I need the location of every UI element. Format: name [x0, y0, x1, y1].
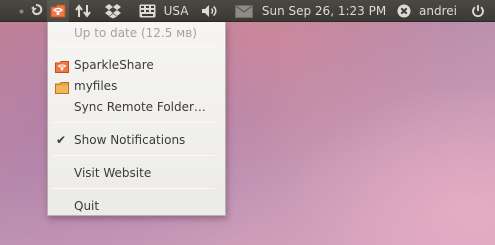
sparkleshare-icon[interactable] [47, 0, 69, 22]
dropbox-icon[interactable] [103, 0, 123, 22]
menu-item-label: Visit Website [74, 166, 152, 180]
top-panel: USA Sun Sep 26, 1:23 PM andrei [0, 0, 495, 22]
account-status-icon[interactable] [395, 0, 413, 22]
sparkleshare-menu: Up to date (12.5 мв) SparkleShare myfile… [47, 22, 226, 216]
network-transfer-icon[interactable] [73, 0, 93, 22]
menu-separator [52, 122, 215, 123]
mail-icon[interactable] [233, 0, 255, 22]
check-icon: ✔ [56, 133, 67, 147]
power-icon[interactable] [468, 0, 488, 22]
menu-item-sync-remote-folder[interactable]: Sync Remote Folder… [48, 97, 225, 117]
menu-item-label: Show Notifications [74, 133, 186, 147]
sync-spiral-icon[interactable] [26, 0, 46, 22]
keyboard-icon[interactable] [137, 0, 157, 22]
menu-item-show-notifications[interactable]: ✔ Show Notifications [48, 130, 225, 150]
menu-item-visit-website[interactable]: Visit Website [48, 163, 225, 183]
status-text: Up to date (12.5 мв) [74, 26, 197, 40]
menu-item-sparkleshare[interactable]: SparkleShare [48, 55, 225, 75]
menu-separator [52, 155, 215, 156]
menu-separator [52, 188, 215, 189]
menu-item-label: Sync Remote Folder… [74, 100, 206, 114]
menu-item-myfiles[interactable]: myfiles [48, 76, 225, 96]
menu-item-label: myfiles [74, 79, 118, 93]
menu-separator [52, 46, 215, 47]
menu-item-label: Quit [74, 199, 100, 213]
clock[interactable]: Sun Sep 26, 1:23 PM [262, 0, 386, 22]
indicator-dot [17, 0, 26, 22]
user-name[interactable]: andrei [418, 0, 458, 22]
menu-item-quit[interactable]: Quit [48, 196, 225, 216]
menu-item-label: SparkleShare [74, 58, 154, 72]
menu-status: Up to date (12.5 мв) [48, 23, 225, 43]
volume-icon[interactable] [200, 0, 220, 22]
keyboard-layout-label[interactable]: USA [162, 0, 190, 22]
